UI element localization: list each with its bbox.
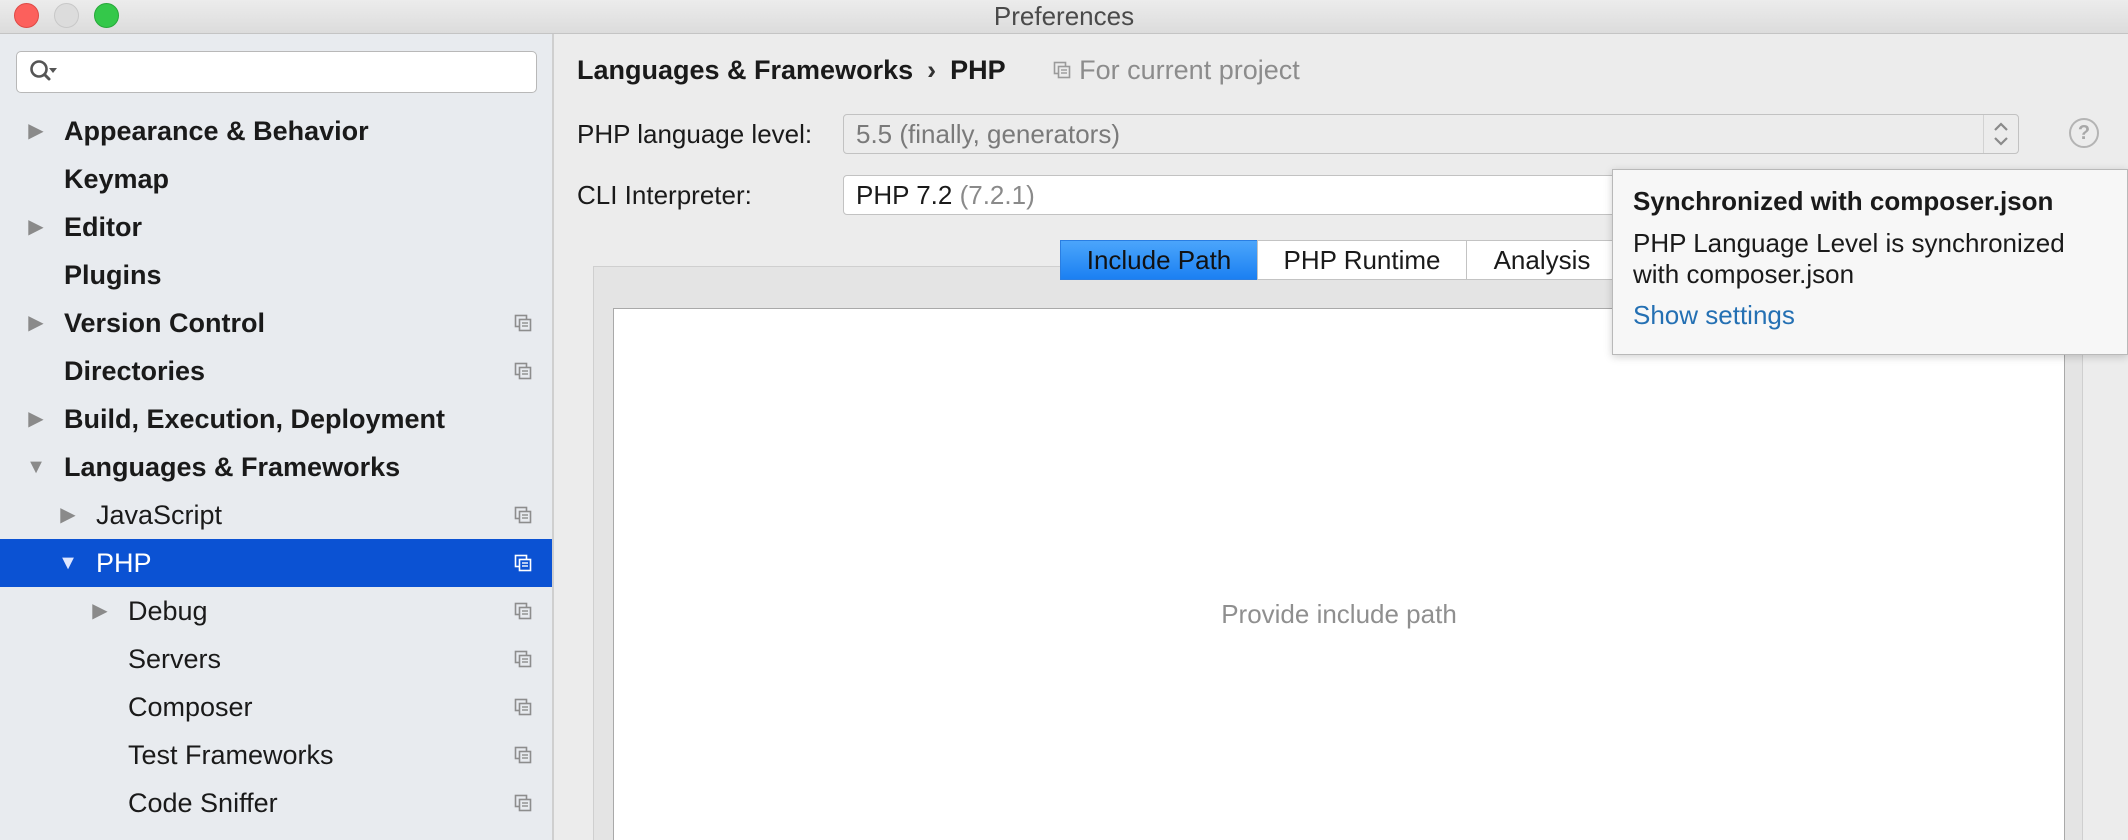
expanded-arrow-icon[interactable]: ▼: [58, 539, 78, 587]
collapsed-arrow-icon[interactable]: ▶: [26, 395, 46, 443]
scrollbar[interactable]: [2110, 34, 2128, 840]
sidebar-item-label: Directories: [64, 356, 206, 386]
project-scope-icon: [514, 362, 532, 380]
collapsed-arrow-icon[interactable]: ▶: [26, 203, 46, 251]
sidebar-item-editor[interactable]: ▶ Editor: [0, 203, 552, 251]
project-scope-icon: [514, 602, 532, 620]
sidebar-item-javascript[interactable]: ▶ JavaScript: [0, 491, 552, 539]
sidebar-item-label: Version Control: [64, 308, 266, 338]
sidebar-item-php[interactable]: ▼ PHP: [0, 539, 552, 587]
project-scope-icon: [514, 506, 532, 524]
project-scope-icon: [514, 314, 532, 332]
sidebar-item-label: Build, Execution, Deployment: [64, 404, 446, 434]
title-bar: Preferences: [0, 0, 2128, 34]
breadcrumb-current: PHP: [950, 55, 1006, 85]
sidebar-item-label: Editor: [64, 212, 142, 242]
expanded-arrow-icon[interactable]: ▼: [26, 443, 46, 491]
cli-interpreter-version: (7.2.1): [959, 180, 1035, 210]
language-level-value: 5.5 (finally, generators): [856, 119, 1120, 149]
sidebar-item-debug[interactable]: ▶ Debug: [0, 587, 552, 635]
sidebar-item-label: Code Sniffer: [128, 788, 278, 818]
sidebar-item-label: Composer: [128, 692, 253, 722]
breadcrumb: Languages & Frameworks › PHP For current p…: [577, 52, 1300, 88]
include-path-empty-text: Provide include path: [1221, 599, 1457, 629]
sidebar-item-appearance-behavior[interactable]: ▶ Appearance & Behavior: [0, 107, 552, 155]
scope-note: For current project: [1053, 55, 1300, 85]
sidebar-item-label: Debug: [128, 596, 208, 626]
sidebar-item-servers[interactable]: Servers: [0, 635, 552, 683]
sidebar-item-plugins[interactable]: Plugins: [0, 251, 552, 299]
collapsed-arrow-icon[interactable]: ▶: [26, 299, 46, 347]
sidebar-item-composer[interactable]: Composer: [0, 683, 552, 731]
sidebar-item-code-sniffer[interactable]: Code Sniffer: [0, 779, 552, 827]
settings-main-panel: Languages & Frameworks › PHP For current p…: [555, 34, 2128, 840]
sidebar-item-label: Test Frameworks: [128, 740, 334, 770]
sidebar-item-label: Keymap: [64, 164, 170, 194]
sidebar-item-label: PHP: [96, 548, 152, 578]
select-spinner-icon: [1983, 115, 2018, 153]
tab-analysis[interactable]: Analysis: [1466, 240, 1618, 280]
help-icon[interactable]: ?: [2069, 118, 2099, 148]
breadcrumb-separator: ›: [927, 55, 937, 85]
scope-note-label: For current project: [1079, 55, 1300, 85]
sidebar-item-version-control[interactable]: ▶ Version Control: [0, 299, 552, 347]
sidebar-item-test-frameworks[interactable]: Test Frameworks: [0, 731, 552, 779]
search-icon[interactable]: [28, 58, 58, 86]
sidebar-item-build-execution-deployment[interactable]: ▶ Build, Execution, Deployment: [0, 395, 552, 443]
sidebar-item-label: Appearance & Behavior: [64, 116, 369, 146]
window-title: Preferences: [993, 1, 1135, 31]
project-scope-icon: [514, 554, 532, 572]
collapsed-arrow-icon[interactable]: ▶: [90, 587, 110, 635]
sidebar-item-label: Servers: [128, 644, 222, 674]
tab-php-runtime[interactable]: PHP Runtime: [1257, 240, 1467, 280]
language-level-label: PHP language level:: [577, 119, 813, 149]
tab-include-path[interactable]: Include Path: [1060, 240, 1258, 280]
project-scope-icon: [514, 794, 532, 812]
sidebar-item-label: Languages & Frameworks: [64, 452, 401, 482]
composer-sync-popup: Synchronized with composer.json PHP Lang…: [1612, 169, 2128, 355]
show-settings-link[interactable]: Show settings: [1633, 300, 1795, 331]
project-scope-icon: [514, 746, 532, 764]
cli-interpreter-name: PHP 7.2: [856, 180, 953, 210]
project-scope-icon: [514, 698, 532, 716]
breadcrumb-parent: Languages & Frameworks: [577, 55, 914, 85]
cli-interpreter-label: CLI Interpreter:: [577, 180, 752, 210]
popup-body: PHP Language Level is synchronized with …: [1633, 228, 2065, 289]
sidebar-item-directories[interactable]: Directories: [0, 347, 552, 395]
collapsed-arrow-icon[interactable]: ▶: [26, 107, 46, 155]
sidebar-item-label: Plugins: [64, 260, 162, 290]
project-scope-icon: [1053, 61, 1071, 79]
project-scope-icon: [514, 650, 532, 668]
sidebar-item-keymap[interactable]: Keymap: [0, 155, 552, 203]
collapsed-arrow-icon[interactable]: ▶: [58, 491, 78, 539]
settings-search-input[interactable]: [16, 51, 537, 93]
settings-sidebar: ▶ Appearance & Behavior Keymap ▶ Editor Plugi…: [0, 34, 554, 840]
popup-title: Synchronized with composer.json: [1633, 186, 2054, 216]
sidebar-item-languages-frameworks[interactable]: ▼ Languages & Frameworks: [0, 443, 552, 491]
language-level-select: 5.5 (finally, generators): [843, 114, 2019, 154]
sidebar-item-label: JavaScript: [96, 500, 223, 530]
include-path-list[interactable]: Provide include path: [613, 308, 2065, 840]
